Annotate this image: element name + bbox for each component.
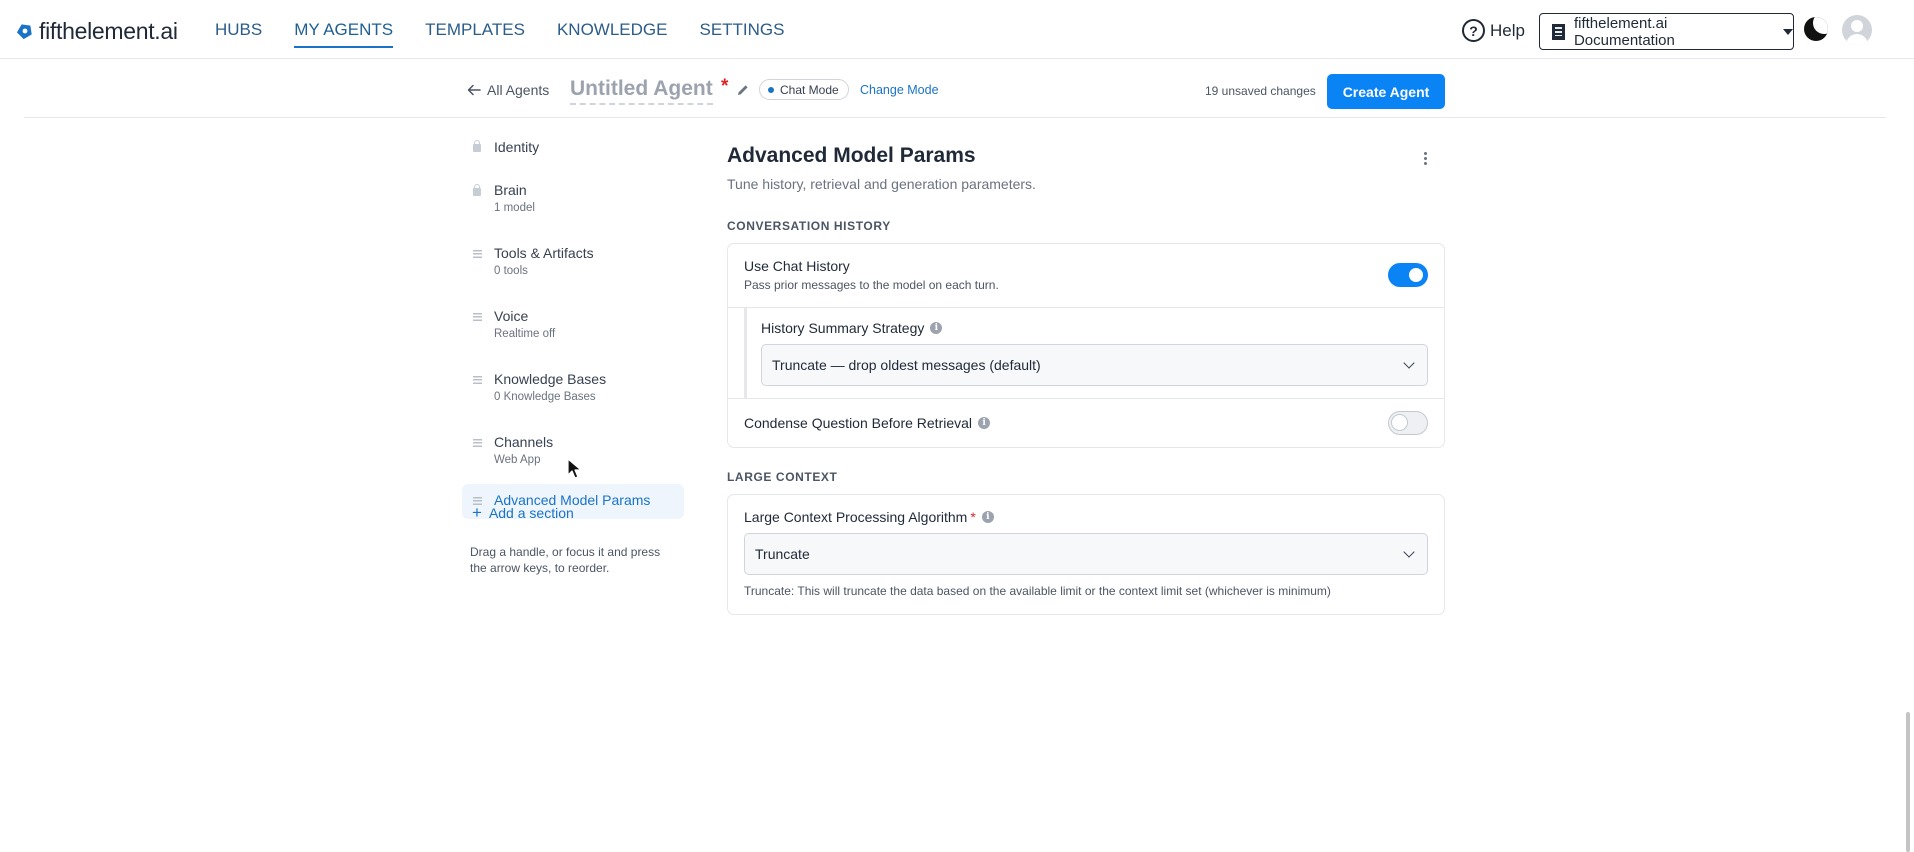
- plus-icon: +: [472, 503, 482, 522]
- nav-hubs[interactable]: HUBS: [215, 0, 262, 59]
- agent-name-field[interactable]: Untitled Agent: [570, 77, 713, 105]
- info-icon[interactable]: i: [930, 322, 943, 334]
- condense-question-title: Condense Question Before Retrieval: [744, 415, 973, 431]
- all-agents-label: All Agents: [487, 82, 550, 98]
- large-context-algorithm-row: Large Context Processing Algorithm * i T…: [728, 495, 1444, 614]
- large-context-algorithm-value: Truncate: [755, 546, 810, 562]
- condense-question-row: Condense Question Before Retrieval i: [728, 398, 1444, 447]
- brand-name: fifthelement.ai: [39, 18, 178, 44]
- user-avatar[interactable]: [1842, 15, 1872, 45]
- history-summary-strategy-title: History Summary Strategy: [761, 320, 925, 336]
- large-context-algorithm-label: Large Context Processing Algorithm * i: [744, 509, 1428, 525]
- nav-templates[interactable]: TEMPLATES: [425, 0, 525, 59]
- organization-label: fifthelement.ai Documentation: [1573, 14, 1675, 49]
- condense-question-toggle[interactable]: [1388, 411, 1428, 435]
- reorder-hint: Drag a handle, or focus it and press the…: [470, 545, 661, 575]
- drag-handle-icon[interactable]: [473, 313, 482, 321]
- help-link[interactable]: ? Help: [1462, 19, 1525, 42]
- sidebar-item-voice[interactable]: Voice Realtime off: [462, 300, 684, 349]
- sidebar-item-brain[interactable]: Brain 1 model: [462, 174, 684, 223]
- agent-editor-header: All Agents Untitled Agent * Chat Mode Ch…: [24, 59, 1886, 118]
- sidebar-item-sub: 0 tools: [494, 265, 528, 277]
- unsaved-changes-count: 19 unsaved changes: [1205, 84, 1316, 98]
- required-asterisk: *: [970, 509, 976, 525]
- lock-icon: [473, 140, 481, 152]
- page-title: Advanced Model Params: [727, 144, 976, 167]
- large-context-algorithm-select[interactable]: Truncate: [744, 533, 1428, 575]
- drag-handle-icon[interactable]: [473, 439, 482, 447]
- lock-icon: [473, 184, 481, 196]
- sidebar-item-label: Tools & Artifacts: [494, 245, 594, 261]
- dark-mode-moon-icon[interactable]: [1804, 17, 1828, 41]
- top-navigation-bar: fifthelement.ai HUBS MY AGENTS TEMPLATES…: [0, 0, 1914, 59]
- brand-logo[interactable]: fifthelement.ai: [16, 19, 178, 43]
- sidebar-item-label: Brain: [494, 182, 527, 198]
- page-scrollbar[interactable]: [1906, 712, 1910, 852]
- nav-my-agents[interactable]: MY AGENTS: [294, 0, 393, 59]
- add-section-label: Add a section: [488, 505, 574, 521]
- history-summary-strategy-select[interactable]: Truncate — drop oldest messages (default…: [761, 344, 1428, 386]
- mouse-pointer-icon: [567, 458, 582, 479]
- more-options-kebab-icon[interactable]: [1424, 152, 1428, 166]
- history-summary-strategy-label: History Summary Strategy i: [761, 320, 1428, 336]
- sidebar-item-sub: Web App: [494, 454, 541, 466]
- arrow-left-icon: [467, 84, 481, 96]
- sidebar-item-identity[interactable]: Identity: [462, 133, 684, 161]
- use-chat-history-toggle[interactable]: [1388, 263, 1428, 287]
- required-asterisk: *: [721, 76, 729, 97]
- add-section-button[interactable]: + Add a section: [472, 503, 574, 522]
- info-icon[interactable]: i: [981, 511, 994, 523]
- large-context-algorithm-title: Large Context Processing Algorithm: [744, 509, 968, 525]
- help-icon: ?: [1462, 19, 1485, 42]
- conversation-history-card: Use Chat History Pass prior messages to …: [727, 243, 1445, 448]
- section-label-large-context: LARGE CONTEXT: [727, 470, 838, 484]
- sidebar-item-label: Knowledge Bases: [494, 371, 607, 387]
- pencil-edit-icon[interactable]: [736, 83, 750, 97]
- drag-handle-icon[interactable]: [473, 376, 482, 384]
- organization-select[interactable]: fifthelement.ai Documentation: [1539, 13, 1794, 50]
- section-label-conversation-history: CONVERSATION HISTORY: [727, 219, 891, 233]
- mode-label: Chat Mode: [780, 82, 839, 97]
- sidebar-item-knowledge-bases[interactable]: Knowledge Bases 0 Knowledge Bases: [462, 363, 684, 412]
- nav-settings[interactable]: SETTINGS: [699, 0, 784, 59]
- building-icon: [1552, 23, 1565, 40]
- use-chat-history-row: Use Chat History Pass prior messages to …: [728, 244, 1444, 307]
- chevron-down-icon: [1403, 357, 1415, 369]
- brand-mark-icon: [16, 24, 32, 40]
- sidebar-item-label: Identity: [494, 139, 540, 155]
- page-subtitle: Tune history, retrieval and generation p…: [727, 176, 1036, 192]
- advanced-model-params-panel: Advanced Model Params Tune history, retr…: [727, 138, 1445, 615]
- use-chat-history-title: Use Chat History: [744, 258, 850, 274]
- create-agent-button[interactable]: Create Agent: [1327, 74, 1445, 109]
- primary-nav: HUBS MY AGENTS TEMPLATES KNOWLEDGE SETTI…: [215, 0, 785, 59]
- mode-dot-icon: [768, 86, 774, 93]
- all-agents-back-link[interactable]: All Agents: [467, 82, 549, 98]
- sidebar-item-label: Voice: [494, 308, 529, 324]
- large-context-card: Large Context Processing Algorithm * i T…: [727, 494, 1445, 615]
- info-icon[interactable]: i: [978, 417, 991, 429]
- use-chat-history-desc: Pass prior messages to the model on each…: [744, 278, 999, 292]
- sidebar-item-sub: 0 Knowledge Bases: [494, 391, 596, 403]
- sidebar-item-sub: Realtime off: [494, 328, 556, 340]
- sidebar-item-tools-artifacts[interactable]: Tools & Artifacts 0 tools: [462, 237, 684, 286]
- history-summary-strategy-row: History Summary Strategy i Truncate — dr…: [728, 307, 1444, 398]
- change-mode-link[interactable]: Change Mode: [860, 83, 939, 97]
- sidebar-item-label: Channels: [494, 434, 554, 450]
- chevron-down-icon: [1403, 546, 1415, 558]
- large-context-algorithm-helper: Truncate: This will truncate the data ba…: [744, 584, 1331, 598]
- nav-knowledge[interactable]: KNOWLEDGE: [557, 0, 668, 59]
- help-label: Help: [1490, 20, 1525, 40]
- sidebar-item-sub: 1 model: [494, 202, 535, 214]
- caret-down-icon: [1783, 28, 1793, 35]
- mode-chip: Chat Mode: [759, 79, 849, 100]
- drag-handle-icon[interactable]: [473, 250, 482, 258]
- condense-question-label: Condense Question Before Retrieval i: [744, 415, 1428, 431]
- history-summary-strategy-group: History Summary Strategy i Truncate — dr…: [744, 308, 1444, 398]
- history-summary-strategy-value: Truncate — drop oldest messages (default…: [772, 357, 1041, 373]
